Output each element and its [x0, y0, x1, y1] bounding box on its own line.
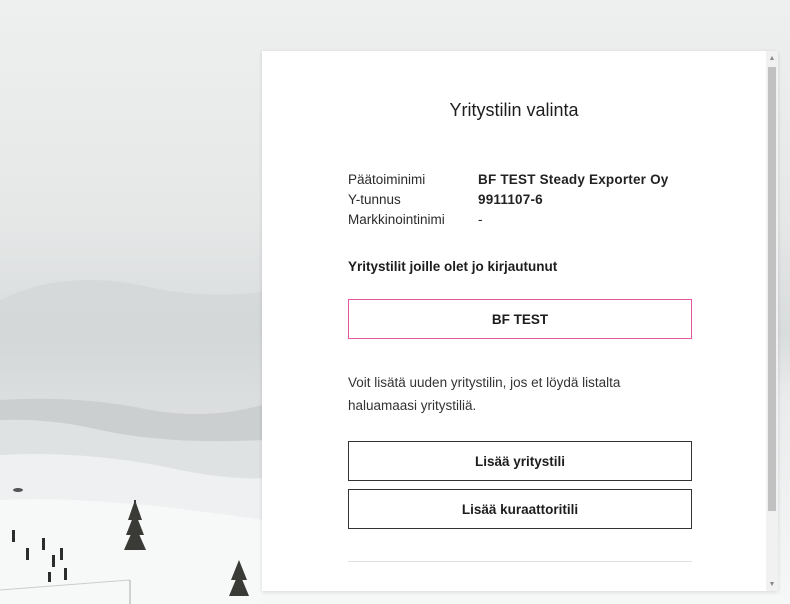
dialog-title: Yritystilin valinta — [449, 100, 579, 120]
add-company-account-label: Lisää yritystili — [474, 453, 566, 469]
account-button-label: BF TEST — [491, 311, 549, 327]
add-account-description: Voit lisätä uuden yritystilin, jos et lö… — [348, 375, 621, 413]
dialog-content: Yritystilin valinta Päätoiminimi BF TEST … — [262, 51, 766, 591]
company-name-value: BF TEST Steady Exporter Oy — [478, 172, 669, 187]
add-company-account-button[interactable]: Lisää yritystili — [348, 441, 692, 481]
account-button-bf-test[interactable]: BF TEST — [348, 299, 692, 339]
account-selection-dialog: Yritystilin valinta Päätoiminimi BF TEST … — [262, 51, 778, 591]
marketing-name-row: Markkinointinimi - — [348, 210, 669, 230]
business-id-value: 9911107-6 — [478, 192, 543, 207]
scroll-down-icon[interactable]: ▼ — [766, 577, 778, 591]
divider — [348, 561, 692, 562]
company-info: Päätoiminimi BF TEST Steady Exporter Oy Y… — [348, 170, 669, 230]
marketing-name-label: Markkinointinimi — [348, 212, 445, 227]
scroll-up-icon[interactable]: ▲ — [766, 51, 778, 65]
business-id-label: Y-tunnus — [348, 192, 401, 207]
scrollbar[interactable]: ▲ ▼ — [766, 51, 778, 591]
company-name-row: Päätoiminimi BF TEST Steady Exporter Oy — [348, 170, 669, 190]
logged-in-accounts-heading: Yritystilit joille olet jo kirjautunut — [348, 259, 558, 274]
add-curator-account-label: Lisää kuraattoritili — [461, 501, 579, 517]
scrollbar-thumb[interactable] — [768, 67, 776, 511]
marketing-name-value: - — [478, 212, 483, 227]
add-curator-account-button[interactable]: Lisää kuraattoritili — [348, 489, 692, 529]
company-name-label: Päätoiminimi — [348, 172, 426, 187]
business-id-row: Y-tunnus 9911107-6 — [348, 190, 669, 210]
